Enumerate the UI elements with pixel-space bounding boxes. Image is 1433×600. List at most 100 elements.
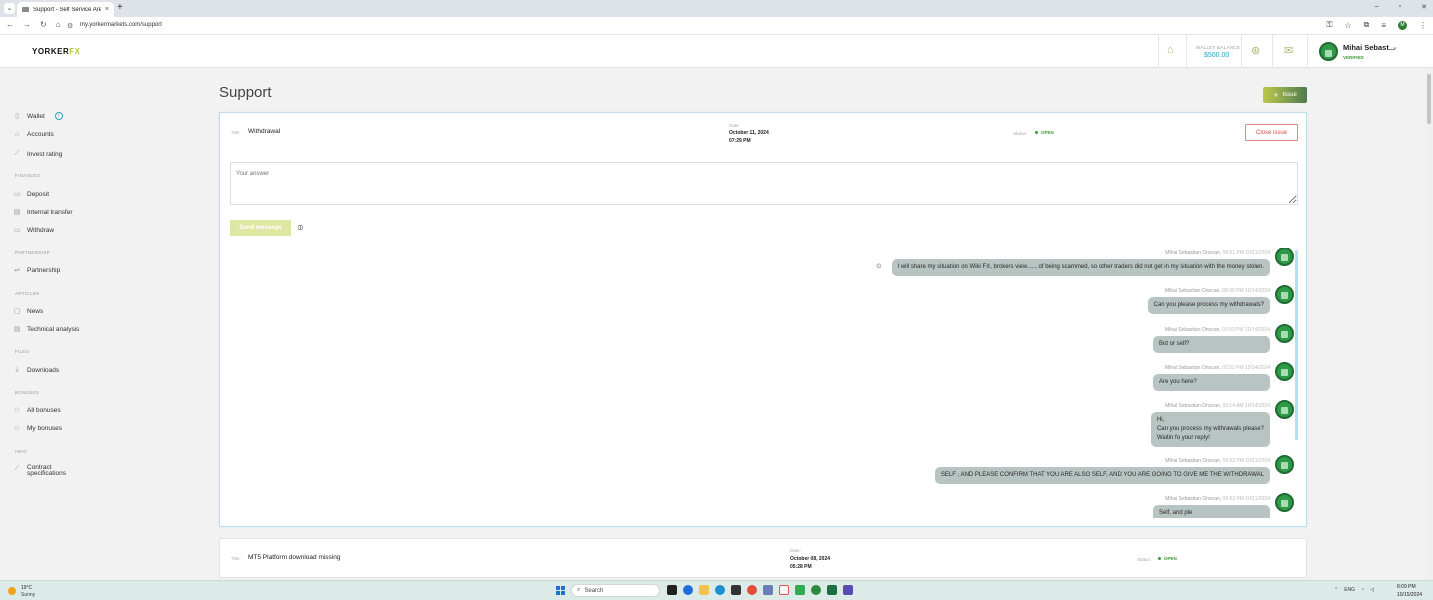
- ticket-date-label: Date:: [790, 548, 801, 553]
- notepad-icon[interactable]: [763, 585, 773, 595]
- sidebar-item-news[interactable]: ▢ News: [13, 307, 44, 316]
- chevron-up-icon[interactable]: ⌃: [1334, 587, 1338, 593]
- home-icon[interactable]: ⌂: [1167, 44, 1174, 56]
- sidebar-icon[interactable]: ≡: [1381, 21, 1386, 30]
- mail-icon[interactable]: ✉: [1284, 44, 1293, 57]
- sidebar-item-technical-analysis[interactable]: ▤ Technical analysis: [13, 325, 80, 334]
- address-bar[interactable]: my.yorkermarkets.com/support: [80, 22, 162, 28]
- edge-icon[interactable]: [715, 585, 725, 595]
- back-icon[interactable]: ←: [6, 20, 14, 29]
- download-icon: ⤓: [15, 366, 19, 373]
- menu-dots-icon[interactable]: ⋮: [1419, 21, 1427, 30]
- site-info-icon[interactable]: ⚙: [67, 22, 73, 30]
- browser-tabstrip: ⌄ Support - Self Service Area | Yo × + –…: [0, 0, 1433, 17]
- maximize-icon[interactable]: ▫: [1399, 3, 1401, 11]
- home-icon[interactable]: ⌂: [56, 20, 61, 29]
- forward-icon[interactable]: →: [23, 20, 31, 29]
- ticket-title-label: Title:: [231, 556, 241, 561]
- sidebar-item-my-bonuses[interactable]: ☆ My bonuses: [13, 424, 62, 433]
- chrome-profile-icon[interactable]: [811, 585, 821, 595]
- message-item: Mihai Sebastian Onocan, 08:53 PM 10/11/2…: [934, 455, 1294, 484]
- volume-icon[interactable]: ◁: [1370, 587, 1374, 593]
- close-window-icon[interactable]: ✕: [1421, 3, 1427, 11]
- nav-buttons: ← → ↻ ⌂: [6, 20, 61, 29]
- ticket-status-label: Status:: [1013, 131, 1028, 136]
- transfer-icon: ▤: [13, 209, 21, 216]
- thread-scrollbar[interactable]: [1295, 250, 1298, 440]
- task-view-icon[interactable]: [667, 585, 677, 595]
- sidebar-item-partnership[interactable]: ⇌ Partnership: [13, 266, 60, 275]
- teams-icon[interactable]: [683, 585, 693, 595]
- ticket-date-label: Date:: [729, 123, 740, 128]
- star-half-icon: ☆: [13, 425, 21, 432]
- sidebar-item-downloads[interactable]: ⤓ Downloads: [13, 366, 59, 374]
- chart-icon: ⟋: [14, 465, 20, 472]
- ticket-date: October 08, 2024 05:28 PM: [790, 556, 831, 570]
- section-info: INFO: [15, 449, 27, 454]
- start-icon[interactable]: [556, 586, 565, 595]
- profile-icon[interactable]: M: [1398, 20, 1407, 30]
- new-tab-icon[interactable]: +: [117, 2, 123, 13]
- ticket-status-badge: OPEN: [1035, 130, 1054, 135]
- sidebar-item-accounts[interactable]: ⌂ Accounts: [13, 131, 54, 138]
- sidebar-item-wallet[interactable]: ▯ Wallet i: [13, 112, 63, 120]
- excel-icon[interactable]: [827, 585, 837, 595]
- system-tray: ⌃ ENG ◔ ◁: [1334, 587, 1374, 593]
- close-issue-button[interactable]: Close issue: [1245, 124, 1298, 141]
- wifi-icon[interactable]: ◔: [1361, 587, 1364, 593]
- info-icon[interactable]: i: [54, 112, 63, 120]
- paperclip-icon[interactable]: ⊘: [874, 261, 883, 271]
- file-explorer-icon[interactable]: [699, 585, 709, 595]
- support-icon[interactable]: ⊛: [1251, 44, 1260, 57]
- sidebar-item-deposit[interactable]: ▭ Deposit: [13, 190, 49, 199]
- section-bonuses: BONUSES: [15, 390, 40, 395]
- send-message-button[interactable]: Send message: [230, 220, 291, 236]
- ticket-card[interactable]: Title: MT5 Platform download missing Dat…: [219, 538, 1307, 578]
- app-icon[interactable]: [779, 585, 789, 595]
- store-icon[interactable]: [731, 585, 741, 595]
- reload-icon[interactable]: ↻: [40, 20, 47, 29]
- bookmark-star-icon[interactable]: ☆: [1344, 21, 1351, 30]
- taskbar-search[interactable]: ⌕ Search: [571, 584, 660, 597]
- answer-input[interactable]: [230, 162, 1298, 205]
- app-header: YORKERFX ⌂ WALLET BALANCE $500.00 ⊛ ✉ Mi…: [0, 35, 1433, 68]
- clock-date[interactable]: 10/15/2024: [1397, 592, 1422, 598]
- sidebar-item-withdraw[interactable]: ▭ Withdraw: [13, 226, 54, 235]
- ticket-card: Title: Withdrawal Date: October 11, 2024…: [219, 112, 1307, 527]
- chrome-icon[interactable]: [747, 585, 757, 595]
- windows-taskbar: 19°C Sunny ⌕ Search ⌃ ENG ◔ ◁ 8:09 PM 10/…: [0, 580, 1433, 600]
- sidebar-item-invest-rating[interactable]: ⟋ Invest rating: [13, 150, 63, 158]
- chevron-down-icon[interactable]: ⌄: [1392, 43, 1398, 51]
- weather-desc: Sunny: [21, 592, 36, 598]
- news-icon: ▢: [13, 308, 21, 315]
- user-avatar[interactable]: [1319, 42, 1338, 61]
- minimize-icon[interactable]: –: [1375, 3, 1379, 11]
- paperclip-icon[interactable]: ⊘: [295, 222, 306, 233]
- extensions-icon[interactable]: ⧉: [1364, 20, 1370, 30]
- message-avatar: [1275, 455, 1294, 474]
- clock-time[interactable]: 8:09 PM: [1397, 584, 1416, 590]
- message-thread[interactable]: Mihai Sebastian Onocan, 08:01 PM 10/11/2…: [230, 248, 1298, 518]
- search-icon: ⌕: [577, 587, 581, 593]
- sun-icon[interactable]: [8, 587, 16, 595]
- sidebar-item-all-bonuses[interactable]: ☆ All bonuses: [13, 406, 61, 415]
- new-issue-button[interactable]: + Issue: [1263, 87, 1307, 103]
- wallet-balance-value: $500.00: [1204, 52, 1230, 59]
- language-indicator[interactable]: ENG: [1344, 587, 1355, 593]
- tab-search-icon[interactable]: ⌄: [4, 3, 15, 14]
- browser-tab[interactable]: Support - Self Service Area | Yo ×: [17, 2, 114, 17]
- message-item: Mihai Sebastian Onocan, 02:53 PM 10/14/2…: [1153, 324, 1294, 353]
- wallet-balance-label: WALLET BALANCE: [1196, 45, 1241, 50]
- sidebar-item-internal-transfer[interactable]: ▤ Internal transfer: [13, 208, 73, 217]
- app-icon-2[interactable]: [843, 585, 853, 595]
- drive-icon[interactable]: [795, 585, 805, 595]
- message-bubble: Are you here?: [1153, 374, 1270, 391]
- user-name[interactable]: Mihai Sebast...: [1343, 43, 1395, 52]
- tab-close-icon[interactable]: ×: [105, 6, 109, 13]
- site-favicon-icon: [22, 7, 29, 12]
- sidebar-item-contract-specifications[interactable]: ⟋ Contract specifications: [13, 464, 66, 477]
- page-scrollbar[interactable]: [1425, 68, 1433, 580]
- yorkerfx-logo[interactable]: YORKERFX: [32, 47, 80, 56]
- key-icon[interactable]: ⚿: [1326, 20, 1332, 30]
- toolbar-actions: ⚿ ☆ ⧉ ≡ M ⋮: [1326, 20, 1427, 30]
